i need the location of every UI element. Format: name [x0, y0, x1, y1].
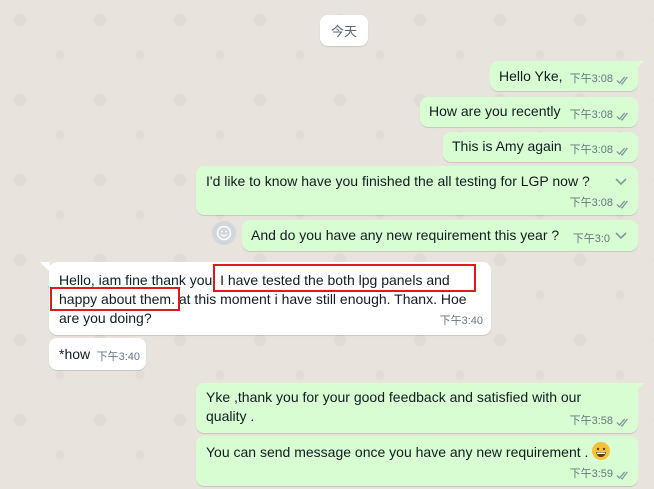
- message-bubble-outgoing[interactable]: I'd like to know have you finished the a…: [196, 166, 638, 215]
- message-time: 下午3:59: [569, 468, 613, 480]
- message-text: How are you recently: [429, 103, 561, 119]
- message-time: 下午3:08: [569, 144, 613, 156]
- message-text: This is Amy again: [452, 138, 562, 154]
- message-meta: 下午3:08: [570, 141, 630, 160]
- message-text: And do you have any new requirement this…: [251, 227, 560, 243]
- message-bubble-incoming[interactable]: *how 下午3:40: [49, 338, 146, 370]
- message-time: 下午3:08: [569, 197, 613, 209]
- smiley-icon: [216, 225, 232, 241]
- message-meta: 下午3:08: [570, 70, 630, 89]
- message-time: 下午3:40: [439, 315, 483, 327]
- grinning-face-icon: [592, 442, 610, 460]
- annotation-highlight-box: [50, 287, 180, 311]
- message-bubble-outgoing[interactable]: And do you have any new requirement this…: [242, 220, 638, 251]
- message-bubble-outgoing[interactable]: Hello Yke, 下午3:08: [490, 61, 638, 91]
- message-time: 下午3:08: [569, 73, 613, 85]
- message-bubble-outgoing[interactable]: This is Amy again 下午3:08: [443, 132, 638, 162]
- message-meta: 下午3:59: [570, 465, 630, 484]
- message-meta: 下午3:08: [570, 106, 630, 125]
- chevron-down-icon[interactable]: [614, 176, 628, 186]
- double-check-icon: [616, 418, 628, 427]
- date-label: 今天: [330, 24, 357, 39]
- message-time: 下午3:58: [569, 415, 613, 427]
- message-bubble-outgoing[interactable]: Yke ,thank you for your good feedback an…: [196, 383, 638, 433]
- message-text-line: are you doing?: [59, 310, 152, 326]
- message-text: *how: [59, 346, 91, 362]
- double-check-icon: [616, 200, 628, 209]
- message-meta: 下午3:40: [97, 348, 140, 367]
- bubble-tail: [634, 61, 644, 71]
- message-text: Hello Yke,: [499, 68, 563, 84]
- annotation-highlight-box: [213, 264, 476, 292]
- chevron-down-icon[interactable]: [614, 230, 628, 240]
- double-check-icon: [616, 147, 628, 156]
- double-check-icon: [616, 471, 628, 480]
- double-check-icon: [616, 76, 628, 85]
- message-meta: 下午3:40: [440, 312, 483, 331]
- message-meta: 下午3:08: [570, 194, 630, 213]
- message-text: I'd like to know have you finished the a…: [206, 173, 590, 189]
- message-bubble-outgoing[interactable]: You can send message once you have any n…: [196, 436, 638, 486]
- message-meta: 下午3:0: [573, 230, 610, 249]
- message-time: 下午3:40: [96, 351, 140, 363]
- double-check-icon: [616, 112, 628, 121]
- message-time: 下午3:08: [569, 109, 613, 121]
- date-divider: 今天: [320, 15, 368, 46]
- message-text-line: quality .: [206, 408, 255, 424]
- message-meta: 下午3:58: [570, 412, 630, 431]
- message-time: 下午3:0: [572, 233, 610, 245]
- emoji-react-icon[interactable]: [212, 221, 236, 245]
- message-bubble-outgoing[interactable]: How are you recently 下午3:08: [420, 97, 638, 127]
- message-text: You can send message once you have any n…: [206, 444, 589, 460]
- message-text-line: Yke ,thank you for your good feedback an…: [206, 389, 582, 405]
